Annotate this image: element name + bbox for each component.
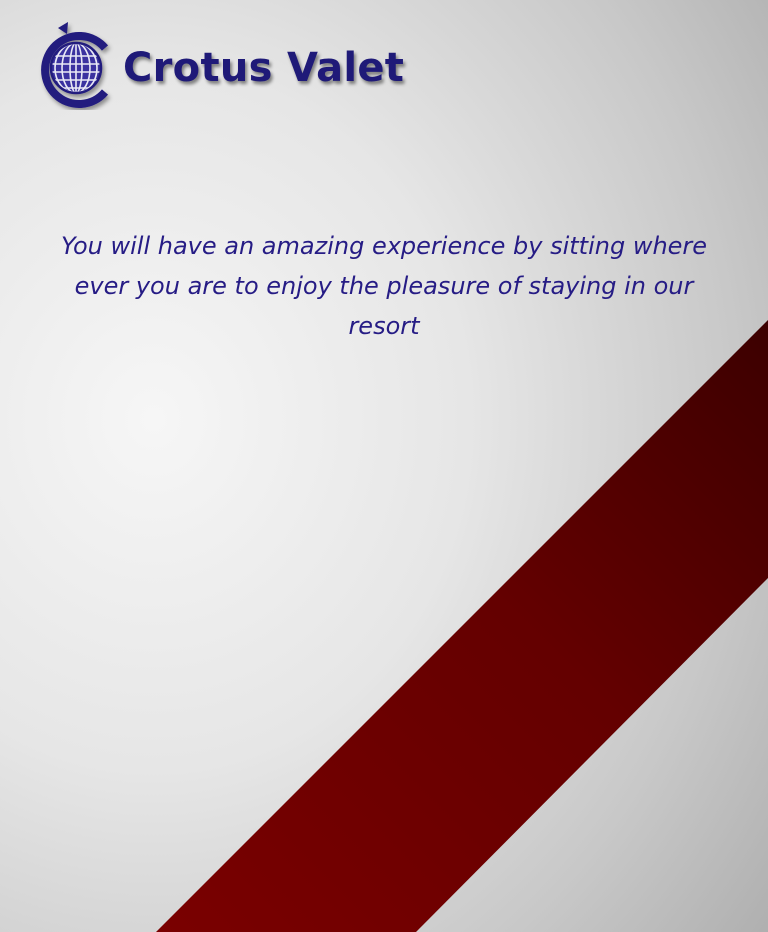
- diagonal-ribbon: [156, 320, 768, 932]
- tagline-text: You will have an amazing experience by s…: [60, 232, 708, 340]
- globe-c-icon: [41, 22, 109, 108]
- brand-name: Crotus Valet: [123, 45, 405, 91]
- brand-logo: Crotus Valet: [34, 22, 414, 112]
- splash-screen: Crotus Valet You will have an amazing ex…: [0, 0, 768, 932]
